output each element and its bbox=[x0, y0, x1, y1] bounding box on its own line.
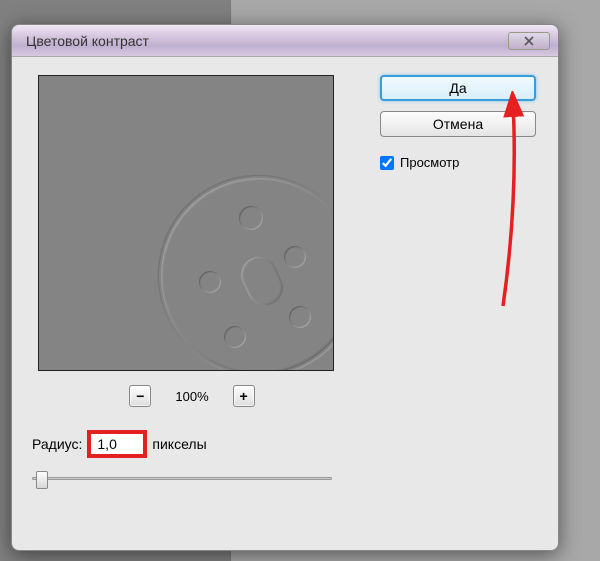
plus-icon: + bbox=[240, 388, 248, 404]
preview-checkbox-row[interactable]: Просмотр bbox=[380, 155, 538, 170]
preview-detail bbox=[284, 246, 306, 268]
radius-label: Радиус: bbox=[32, 436, 82, 452]
dialog-title: Цветовой контраст bbox=[26, 33, 508, 49]
ok-button[interactable]: Да bbox=[380, 75, 536, 101]
zoom-level: 100% bbox=[175, 389, 208, 404]
preview-checkbox-label: Просмотр bbox=[400, 155, 459, 170]
preview-detail bbox=[289, 306, 311, 328]
cancel-button[interactable]: Отмена bbox=[380, 111, 536, 137]
preview-detail bbox=[239, 206, 263, 230]
titlebar[interactable]: Цветовой контраст bbox=[12, 25, 558, 57]
right-column: Да Отмена Просмотр bbox=[368, 75, 538, 489]
preview-detail bbox=[224, 326, 246, 348]
zoom-controls: − 100% + bbox=[32, 385, 352, 407]
radius-slider[interactable] bbox=[32, 469, 332, 489]
preview-detail bbox=[199, 271, 221, 293]
close-button[interactable] bbox=[508, 32, 550, 50]
close-icon bbox=[524, 36, 534, 46]
slider-thumb[interactable] bbox=[36, 471, 48, 489]
radius-row: Радиус: пикселы bbox=[32, 431, 352, 457]
dialog-body: − 100% + Радиус: пикселы Да Отмена bbox=[12, 57, 558, 507]
slider-track bbox=[32, 477, 332, 480]
zoom-in-button[interactable]: + bbox=[233, 385, 255, 407]
left-column: − 100% + Радиус: пикселы bbox=[32, 75, 352, 489]
minus-icon: − bbox=[136, 388, 144, 404]
radius-units: пикселы bbox=[152, 436, 206, 452]
zoom-out-button[interactable]: − bbox=[129, 385, 151, 407]
high-pass-dialog: Цветовой контраст − 100 bbox=[11, 24, 559, 551]
preview-area[interactable] bbox=[38, 75, 334, 371]
radius-input[interactable] bbox=[88, 431, 146, 457]
preview-checkbox[interactable] bbox=[380, 156, 394, 170]
